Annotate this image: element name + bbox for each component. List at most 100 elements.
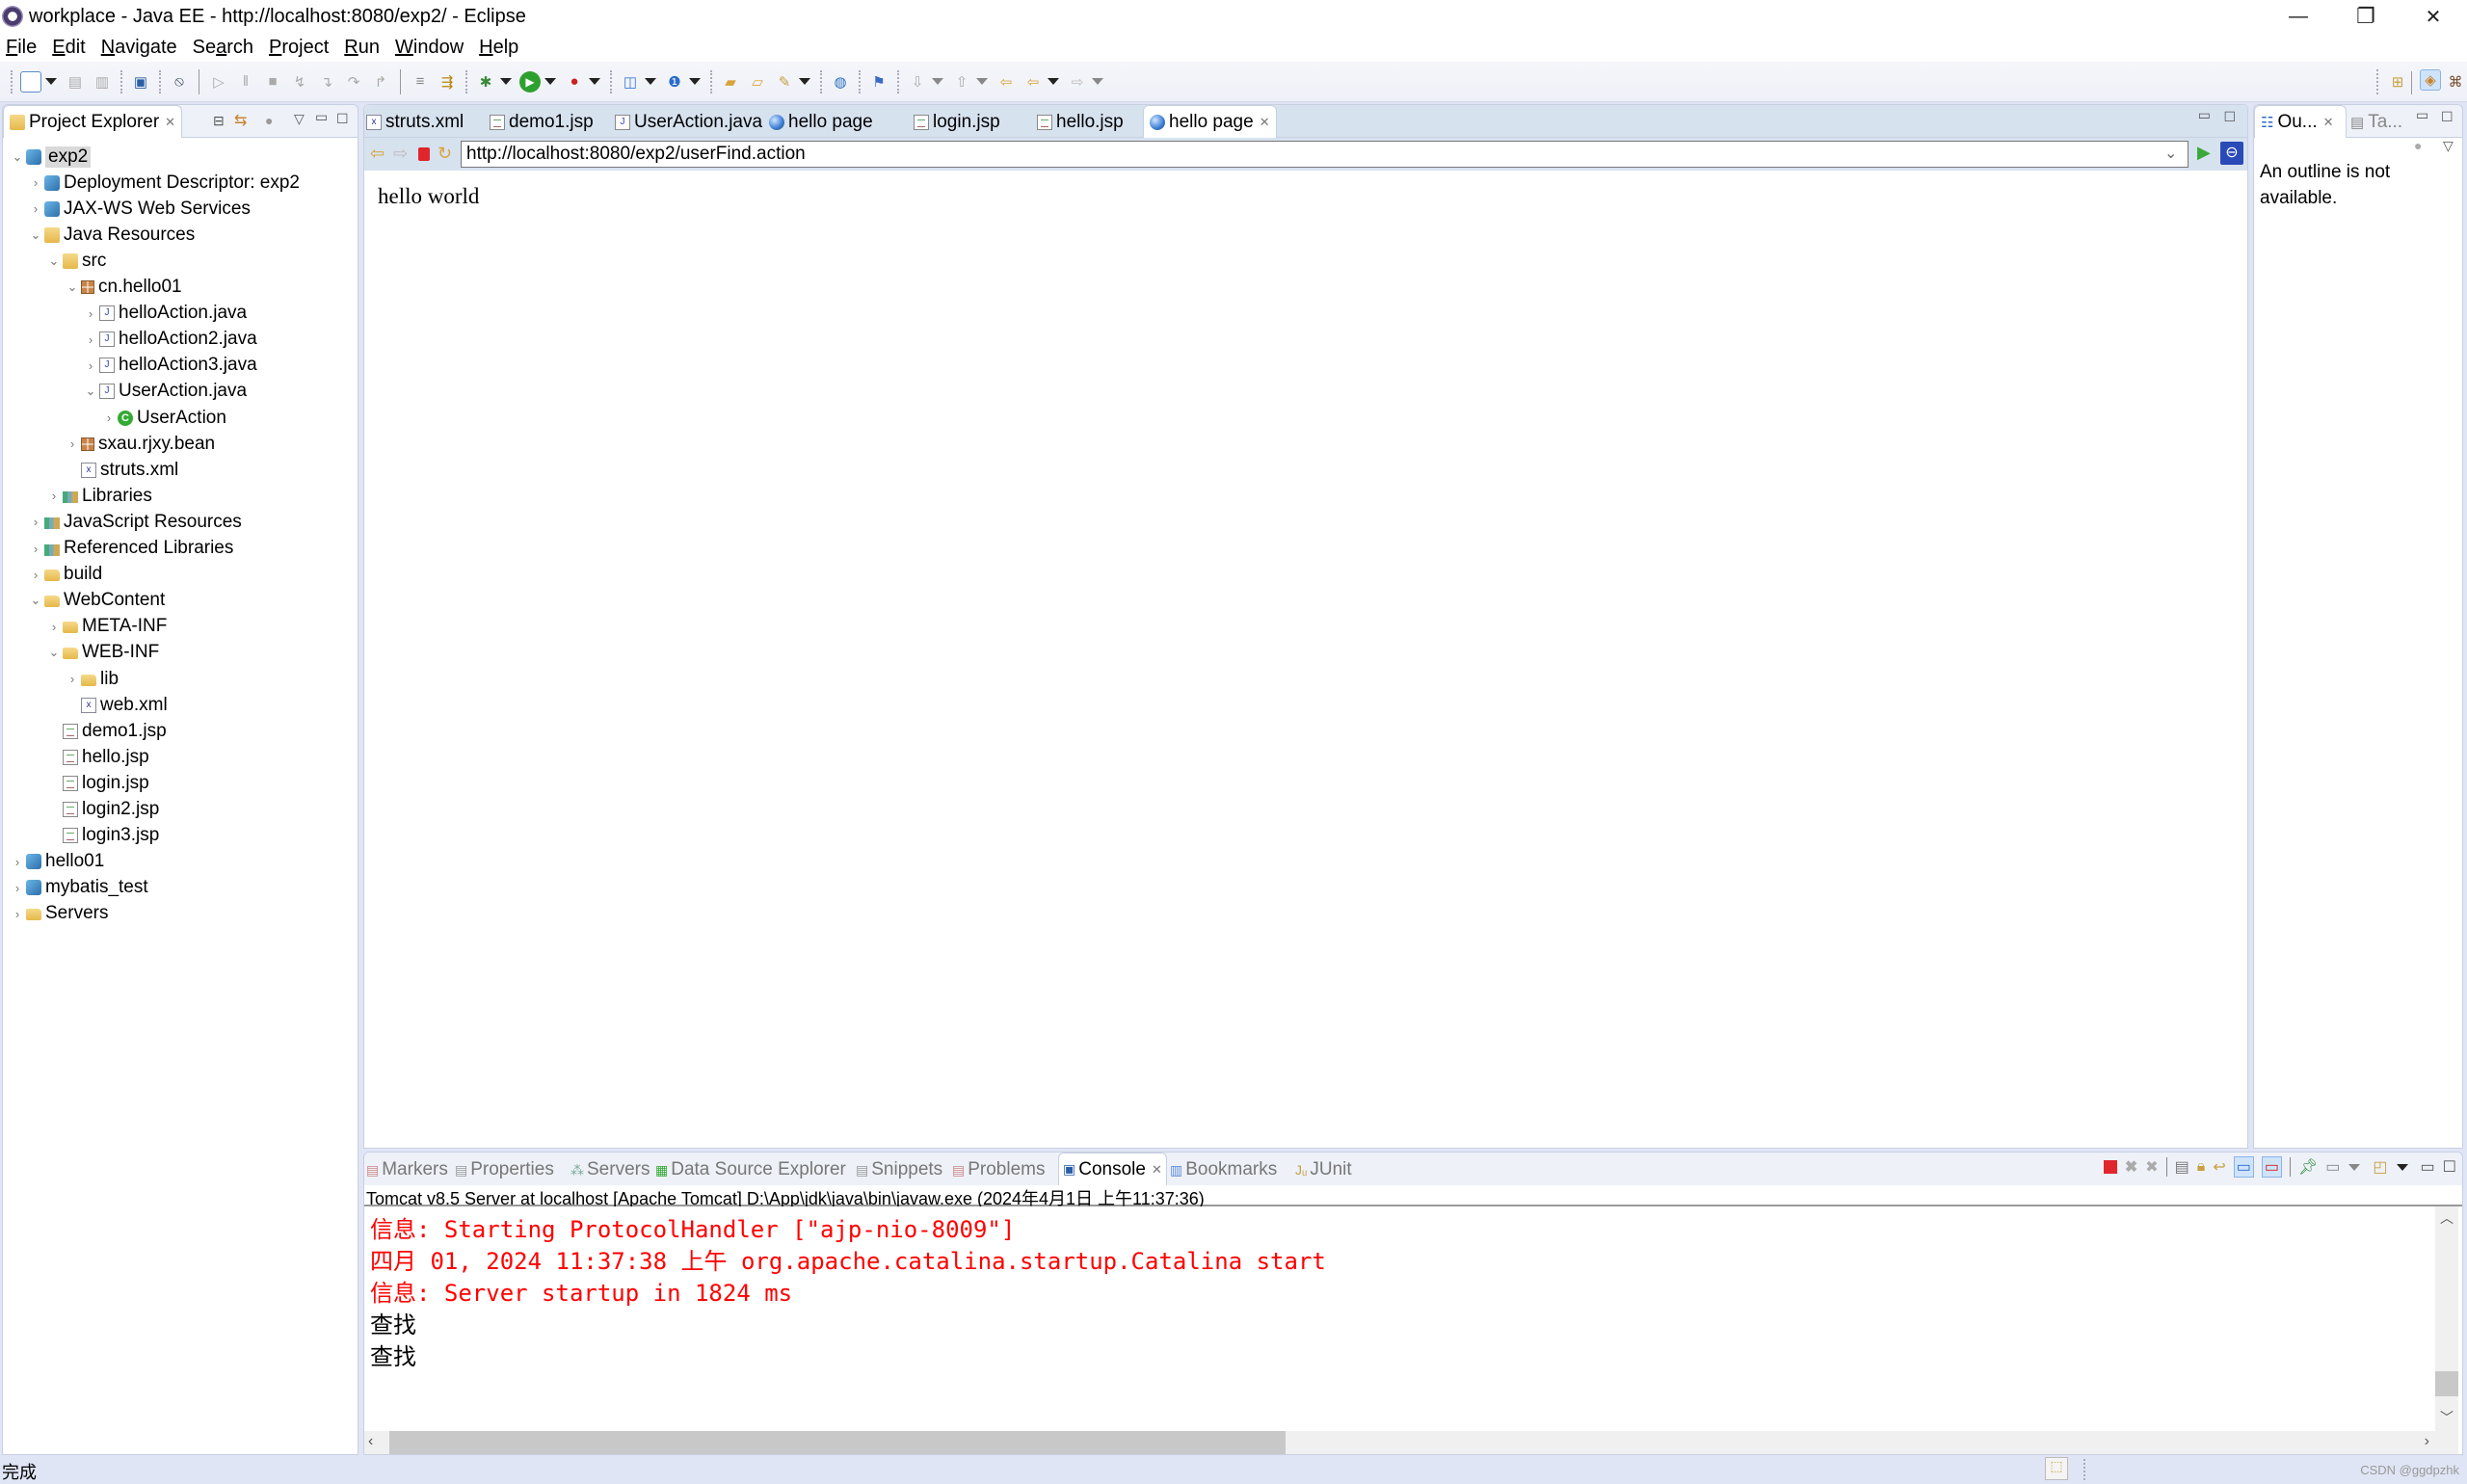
- tree-item[interactable]: ⌄ src: [45, 248, 107, 274]
- show-on-stdout-icon[interactable]: ▭: [2233, 1156, 2254, 1178]
- tree-item[interactable]: › Referenced Libraries: [27, 536, 234, 562]
- expanded-chevron-icon[interactable]: ⌄: [27, 227, 44, 243]
- close-tab-icon[interactable]: ✕: [1152, 1162, 1162, 1178]
- resume-icon[interactable]: ▷: [208, 71, 229, 93]
- next-annotation-icon[interactable]: ⇩: [907, 71, 928, 93]
- expanded-chevron-icon[interactable]: ⌄: [9, 149, 26, 165]
- minimize-button[interactable]: —: [2265, 0, 2332, 33]
- outline-filter-icon[interactable]: ●: [2414, 138, 2422, 153]
- vertical-scrollbar[interactable]: ︿ ﹀: [2435, 1206, 2458, 1431]
- new-java-class-icon[interactable]: ❶: [664, 71, 685, 93]
- scroll-down-icon[interactable]: ﹀: [2440, 1408, 2454, 1427]
- expanded-chevron-icon[interactable]: ⌄: [82, 384, 99, 399]
- debug-dropdown-icon[interactable]: [500, 78, 512, 85]
- tree-item[interactable]: › JhelloAction3.java: [82, 353, 257, 379]
- disconnect-icon[interactable]: ↯: [289, 71, 310, 93]
- browser-forward-icon[interactable]: ⇨: [393, 144, 408, 164]
- scroll-left-icon[interactable]: ‹: [368, 1433, 373, 1450]
- collapsed-chevron-icon[interactable]: ›: [82, 332, 99, 347]
- maximize-view-icon[interactable]: ☐: [2443, 1157, 2456, 1177]
- word-wrap-icon[interactable]: ↩: [2213, 1157, 2225, 1177]
- menu-project[interactable]: Project: [269, 37, 329, 59]
- tree-item[interactable]: demo1.jsp: [45, 718, 167, 744]
- save-icon[interactable]: ▤: [65, 71, 86, 93]
- open-console-icon[interactable]: ◰: [2373, 1157, 2387, 1177]
- collapsed-chevron-icon[interactable]: ›: [27, 568, 44, 582]
- expanded-chevron-icon[interactable]: ⌄: [45, 645, 63, 660]
- go-icon[interactable]: ▶: [2197, 143, 2211, 163]
- display-console-icon[interactable]: ▭: [2325, 1157, 2340, 1177]
- browser-stop-icon[interactable]: [418, 147, 430, 161]
- new-server-icon[interactable]: ◫: [620, 71, 641, 93]
- forward-dropdown-icon[interactable]: [1092, 78, 1103, 85]
- tab-properties[interactable]: ▤ Properties: [455, 1154, 554, 1185]
- run-dropdown-icon[interactable]: [544, 78, 556, 85]
- tree-item[interactable]: ⌄ cn.hello01: [64, 275, 182, 301]
- tab-data-source-explorer[interactable]: ▦ Data Source Explorer: [655, 1154, 846, 1185]
- view-menu-icon[interactable]: ▽: [2443, 138, 2454, 154]
- web-browser-settings-icon[interactable]: ⊖: [2220, 142, 2243, 165]
- save-all-icon[interactable]: ▥: [92, 71, 113, 93]
- open-perspective-icon[interactable]: ⊞: [2387, 71, 2408, 93]
- tab-bookmarks[interactable]: ▥ Bookmarks: [1170, 1154, 1277, 1185]
- collapsed-chevron-icon[interactable]: ›: [9, 881, 26, 895]
- use-step-filters-icon[interactable]: ⇶: [437, 71, 458, 93]
- remove-all-terminated-icon[interactable]: ✖: [2145, 1157, 2158, 1177]
- menu-run[interactable]: Run: [344, 37, 380, 59]
- scroll-right-icon[interactable]: ›: [2425, 1433, 2429, 1450]
- step-into-icon[interactable]: ↴: [316, 71, 337, 93]
- tab-snippets[interactable]: ▤ Snippets: [856, 1154, 942, 1185]
- tab-junit[interactable]: Jᵤ JUnit: [1295, 1154, 1352, 1185]
- tree-item[interactable]: ⌄ Java Resources: [27, 222, 196, 248]
- close-tab-icon[interactable]: ✕: [1260, 115, 1270, 130]
- back-icon[interactable]: ⇦: [1022, 71, 1044, 93]
- last-edit-location-icon[interactable]: ⇦: [995, 71, 1017, 93]
- filter-icon[interactable]: ●: [265, 113, 273, 128]
- run-on-server-icon[interactable]: ⚑: [868, 71, 889, 93]
- debug-icon[interactable]: ✱: [475, 71, 496, 93]
- drop-to-frame-icon[interactable]: ≡: [410, 71, 431, 93]
- close-button[interactable]: ✕: [2400, 0, 2467, 33]
- view-menu-icon[interactable]: ▽: [294, 111, 305, 127]
- link-with-editor-icon[interactable]: ⇆: [234, 111, 247, 130]
- tree-item[interactable]: ⌄ WEB-INF: [45, 640, 160, 666]
- minimize-view-icon[interactable]: ▭: [315, 109, 328, 125]
- progress-indicator-icon[interactable]: ⬚: [2045, 1457, 2068, 1480]
- previous-annotation-icon[interactable]: ⇧: [951, 71, 972, 93]
- display-console-dropdown-icon[interactable]: [2348, 1163, 2361, 1171]
- java-perspective-icon[interactable]: ⌘: [2445, 71, 2466, 93]
- expanded-chevron-icon[interactable]: ⌄: [45, 253, 63, 269]
- tree-item[interactable]: › sxau.rjxy.bean: [64, 431, 215, 457]
- tree-item[interactable]: › JAX-WS Web Services: [27, 196, 251, 222]
- vertical-scroll-thumb[interactable]: [2435, 1371, 2458, 1396]
- editor-tab[interactable]: login.jsp: [914, 107, 1000, 138]
- new-icon[interactable]: [20, 70, 41, 93]
- remove-launch-icon[interactable]: ✖: [2125, 1157, 2137, 1177]
- maximize-view-icon[interactable]: ☐: [2441, 109, 2454, 125]
- collapsed-chevron-icon[interactable]: ›: [27, 542, 44, 556]
- show-on-stderr-icon[interactable]: ▭: [2261, 1156, 2282, 1178]
- clear-console-icon[interactable]: ▤: [2175, 1157, 2189, 1177]
- collapsed-chevron-icon[interactable]: ›: [9, 907, 26, 921]
- tree-item[interactable]: ⌄ exp2: [9, 144, 92, 170]
- collapsed-chevron-icon[interactable]: ›: [45, 489, 63, 503]
- menu-window[interactable]: Window: [395, 37, 464, 59]
- horizontal-scroll-thumb[interactable]: [389, 1431, 1286, 1454]
- tree-item[interactable]: › Libraries: [45, 483, 152, 509]
- tab-task-list[interactable]: ▤ Ta...: [2350, 107, 2402, 138]
- editor-tab[interactable]: J UserAction.java: [615, 107, 762, 138]
- new-class-dropdown-icon[interactable]: [689, 78, 701, 85]
- menu-edit[interactable]: Edit: [52, 37, 85, 59]
- minimize-editor-icon[interactable]: ▭: [2198, 107, 2211, 123]
- menu-search[interactable]: Search: [193, 37, 253, 59]
- collapsed-chevron-icon[interactable]: ›: [45, 620, 63, 634]
- step-return-icon[interactable]: ↱: [370, 71, 391, 93]
- tree-item[interactable]: hello.jsp: [45, 744, 149, 770]
- skip-breakpoints-icon[interactable]: ⦸: [169, 71, 190, 93]
- tab-outline[interactable]: ☷ Ou... ✕: [2254, 105, 2347, 138]
- back-dropdown-icon[interactable]: [1048, 78, 1059, 85]
- collapsed-chevron-icon[interactable]: ›: [27, 201, 44, 216]
- collapse-all-icon[interactable]: ⊟: [213, 113, 225, 129]
- tree-item[interactable]: ⌄ WebContent: [27, 588, 166, 614]
- tree-item[interactable]: x web.xml: [64, 692, 168, 718]
